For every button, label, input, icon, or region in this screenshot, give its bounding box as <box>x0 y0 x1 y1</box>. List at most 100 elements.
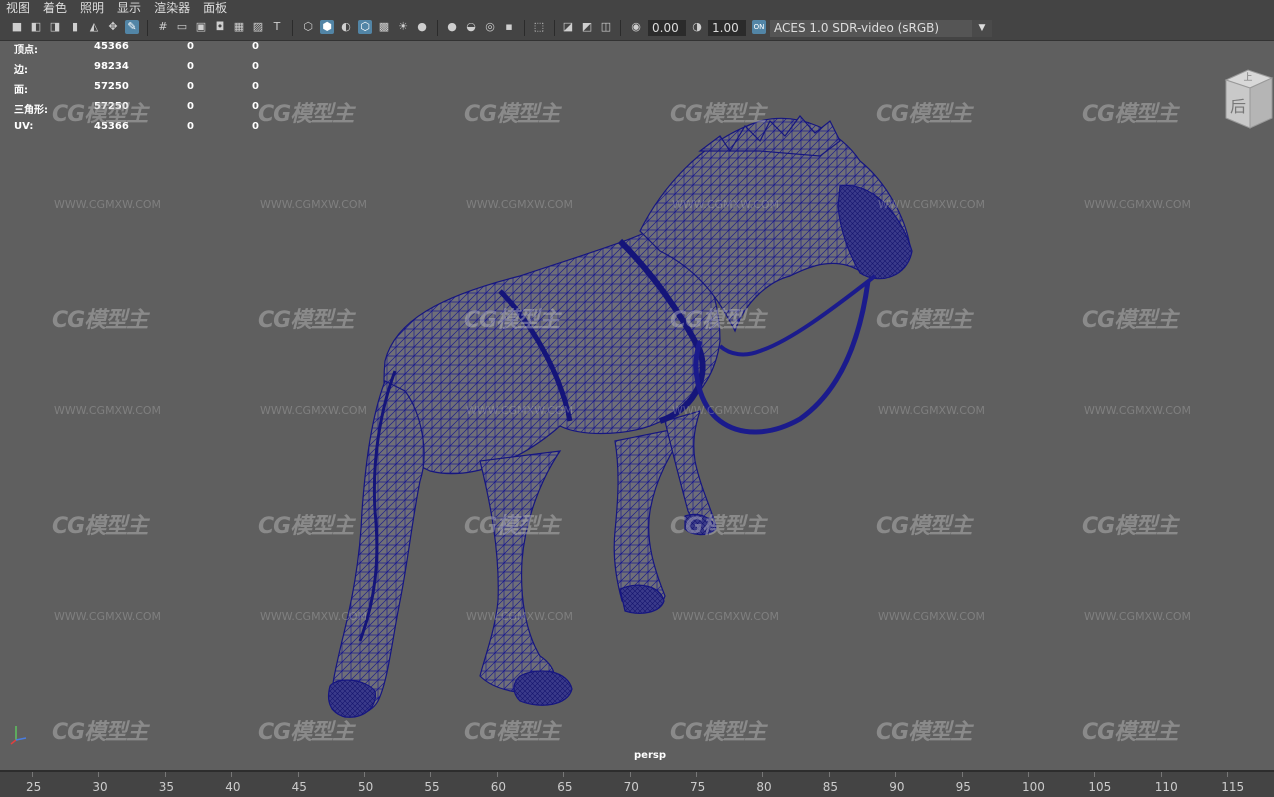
xray-icon[interactable]: ◪ <box>561 20 575 34</box>
resolution-gate-icon[interactable]: ▣ <box>194 20 208 34</box>
exposure-input[interactable] <box>648 20 686 36</box>
color-management-toggle[interactable]: ON <box>752 20 766 34</box>
timeline-tick-label: 100 <box>1022 780 1045 794</box>
menu-view[interactable]: 视图 <box>0 0 37 16</box>
hud-value: 0 <box>252 41 259 52</box>
timeline-tick-label: 35 <box>158 780 175 794</box>
timeline-tick-mark <box>1227 772 1229 777</box>
3d-viewport[interactable] <box>0 41 1274 770</box>
screen-space-ao-icon[interactable]: ● <box>445 20 459 34</box>
menu-renderer[interactable]: 渲染器 <box>148 0 197 16</box>
timeline-tick-mark <box>1160 772 1162 777</box>
menu-panels[interactable]: 面板 <box>197 0 234 16</box>
menu-bar: 视图 着色 照明 显示 渲染器 面板 <box>0 0 1274 16</box>
bookmark-icon[interactable]: ▮ <box>68 20 82 34</box>
viewcube[interactable]: 上 后 <box>1222 66 1274 132</box>
timeline-tick-mark <box>696 772 697 777</box>
timeline-tick-label: 50 <box>358 780 374 794</box>
field-chart-icon[interactable]: ▦ <box>232 20 246 34</box>
gamma-icon[interactable]: ◑ <box>690 20 704 34</box>
hud-value: 0 <box>187 61 194 72</box>
wireframe-on-shaded-icon[interactable]: ⬡ <box>358 20 372 34</box>
colorspace-value: ACES 1.0 SDR-video (sRGB) <box>774 21 940 35</box>
timeline-tick-mark <box>430 772 432 777</box>
timeline-tick-mark <box>961 772 963 777</box>
panel-toolbar: ■ ◧ ◨ ▮ ◭ ✥ ✎ # ▭ ▣ ◘ ▦ ▨ T ⬡ ⬢ ◐ ⬡ ▩ ☀ … <box>0 16 1274 41</box>
timeline-tick-mark <box>828 772 830 777</box>
shadows-icon[interactable]: ● <box>415 20 429 34</box>
depth-of-field-icon[interactable]: ▪ <box>502 20 516 34</box>
timeline-tick-mark <box>563 772 565 777</box>
grid-icon[interactable]: # <box>156 20 170 34</box>
image-plane-icon[interactable]: ◭ <box>87 20 101 34</box>
hud-value: 0 <box>252 81 259 92</box>
grease-pencil-icon[interactable]: ✎ <box>125 20 139 34</box>
menu-show[interactable]: 显示 <box>111 0 148 16</box>
timeline-tick-label: 115 <box>1221 780 1245 794</box>
viewcube-face-label: 后 <box>1230 97 1246 116</box>
timeline-tick-mark <box>1028 772 1029 777</box>
hud-label: 顶点: <box>14 45 38 56</box>
hud-value: 0 <box>252 101 259 112</box>
timeline-tick-label: 40 <box>225 780 241 794</box>
safe-action-icon[interactable]: ▨ <box>251 20 265 34</box>
2d-pan-zoom-icon[interactable]: ✥ <box>106 20 120 34</box>
gamma-input[interactable] <box>708 20 746 36</box>
hud-label: 面: <box>14 85 28 96</box>
hud-value: 57250 <box>94 81 129 92</box>
film-gate-icon[interactable]: ▭ <box>175 20 189 34</box>
hud-value: 45366 <box>94 41 129 52</box>
hud-value: 0 <box>187 81 194 92</box>
timeline-tick-mark <box>164 772 166 777</box>
hud-value: 0 <box>187 41 194 52</box>
isolate-select-icon[interactable]: ⬚ <box>532 20 546 34</box>
xray-joints-icon[interactable]: ◩ <box>580 20 594 34</box>
multisample-aa-icon[interactable]: ◎ <box>483 20 497 34</box>
timeline-tick-mark <box>98 772 100 777</box>
hud-value: 0 <box>252 61 259 72</box>
colorspace-dropdown[interactable]: ACES 1.0 SDR-video (sRGB) ▼ <box>770 20 992 37</box>
viewcube-top-label: 上 <box>1243 72 1252 83</box>
chevron-down-icon: ▼ <box>972 20 992 37</box>
time-slider[interactable]: 25 30 35 40 45 50 55 60 65 70 75 80 85 90 95 100 105 110 1… <box>0 770 1274 797</box>
camera-name-label: persp <box>634 750 666 761</box>
timeline-tick-mark <box>231 772 233 777</box>
wireframe-icon[interactable]: ⬡ <box>301 20 315 34</box>
camera-attributes-icon[interactable]: ◧ <box>29 20 43 34</box>
hud-label: UV: <box>14 121 34 132</box>
timeline-tick-mark <box>297 772 299 777</box>
timeline-tick-mark <box>1094 772 1096 777</box>
timeline-tick-mark <box>32 772 33 777</box>
motion-blur-icon[interactable]: ◒ <box>464 20 478 34</box>
hud-label: 三角形: <box>14 105 48 116</box>
hud-value: 0 <box>187 101 194 112</box>
hud-value: 45366 <box>94 121 129 132</box>
menu-lighting[interactable]: 照明 <box>74 0 111 16</box>
camera-lock-icon[interactable]: ◨ <box>48 20 62 34</box>
timeline-tick-mark <box>629 772 631 777</box>
horse-wireframe-mesh[interactable] <box>0 41 1274 770</box>
select-camera-icon[interactable]: ■ <box>10 20 24 34</box>
timeline-tick-label: 75 <box>690 780 706 794</box>
timeline-tick-mark <box>496 772 498 777</box>
timeline-tick-label: 85 <box>822 780 839 794</box>
timeline-tick-mark <box>895 772 897 777</box>
timeline-tick-label: 65 <box>557 780 573 794</box>
lights-icon[interactable]: ☀ <box>396 20 410 34</box>
hud-value: 57250 <box>94 101 129 112</box>
exposure-icon[interactable]: ◉ <box>629 20 643 34</box>
default-material-icon[interactable]: ◐ <box>339 20 353 34</box>
smooth-shade-icon[interactable]: ⬢ <box>320 20 334 34</box>
xray-components-icon[interactable]: ◫ <box>599 20 613 34</box>
hud-value: 0 <box>187 121 194 132</box>
textured-icon[interactable]: ▩ <box>377 20 391 34</box>
timeline-tick-label: 80 <box>756 780 772 794</box>
safe-title-icon[interactable]: T <box>270 20 284 34</box>
gate-mask-icon[interactable]: ◘ <box>213 20 227 34</box>
timeline-tick-mark <box>364 772 365 777</box>
menu-shading[interactable]: 着色 <box>37 0 74 16</box>
timeline-tick-label: 45 <box>291 780 307 794</box>
timeline-tick-label: 25 <box>26 780 42 794</box>
axis-gizmo <box>10 726 27 745</box>
timeline-tick-label: 70 <box>623 780 639 794</box>
